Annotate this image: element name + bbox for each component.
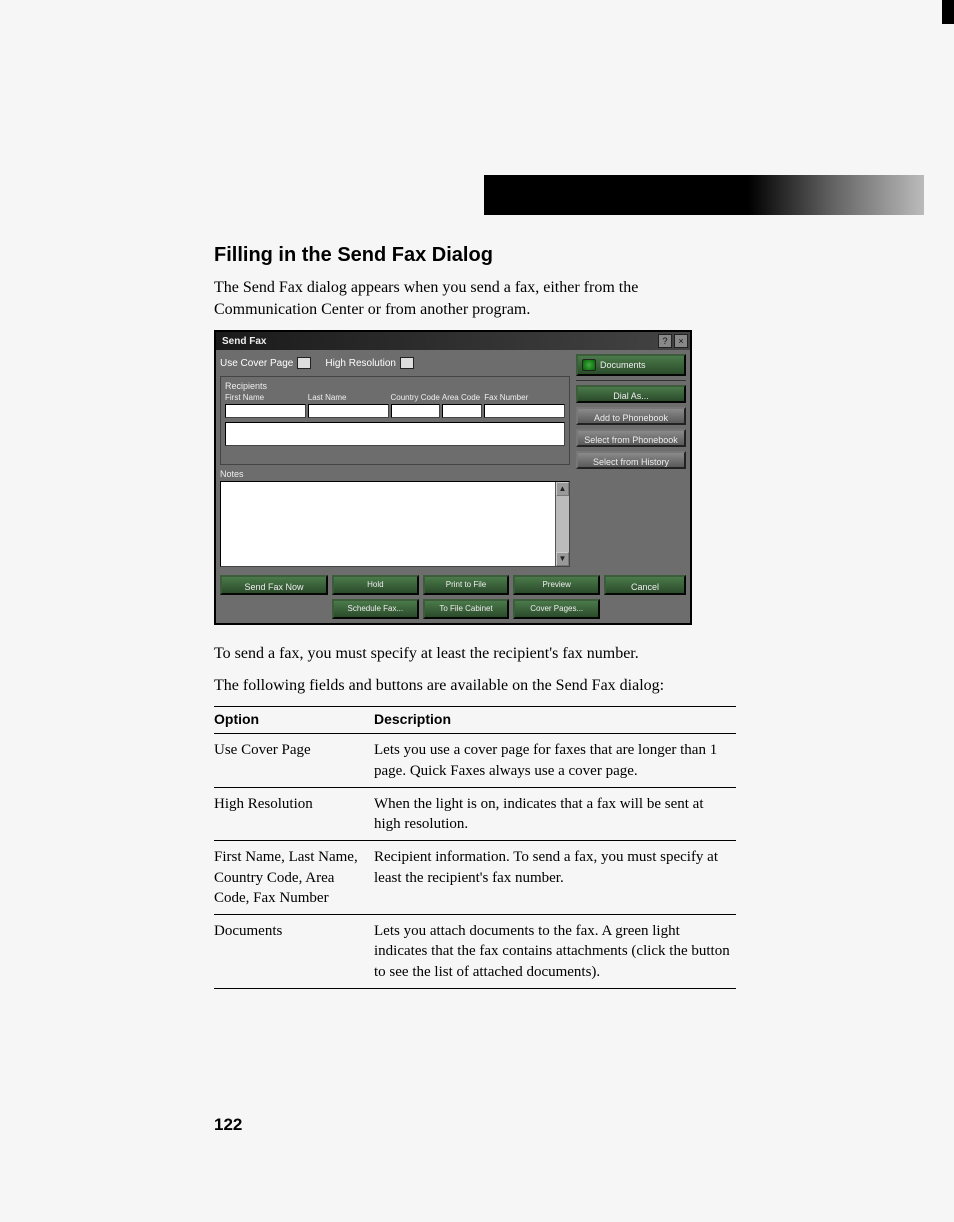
dialog-body: Use Cover Page High Resolution Recipient… <box>216 350 690 571</box>
close-icon[interactable]: × <box>674 334 688 348</box>
header-decorative-strip <box>484 175 924 215</box>
notes-scrollbar[interactable]: ▲ ▼ <box>555 482 569 566</box>
high-resolution-label: High Resolution <box>325 358 396 369</box>
recipients-label: Recipients <box>225 381 565 391</box>
last-name-input[interactable] <box>308 404 389 418</box>
fax-number-input[interactable] <box>484 404 565 418</box>
page-number: 122 <box>214 1115 242 1135</box>
add-phonebook-button[interactable]: Add to Phonebook <box>576 407 686 425</box>
description-cell: Lets you attach documents to the fax. A … <box>374 915 736 989</box>
description-cell: When the light is on, indicates that a f… <box>374 787 736 841</box>
documents-button[interactable]: Documents <box>576 354 686 376</box>
intro-paragraph: The Send Fax dialog appears when you sen… <box>214 277 736 320</box>
table-row: High Resolution When the light is on, in… <box>214 787 736 841</box>
scroll-up-icon[interactable]: ▲ <box>556 482 569 496</box>
option-cell: Use Cover Page <box>214 734 374 788</box>
high-resolution-option[interactable]: High Resolution <box>325 357 414 369</box>
recipients-group: Recipients First Name Last Name Country … <box>220 376 570 465</box>
use-cover-page-checkbox[interactable] <box>297 357 311 369</box>
documents-button-label: Documents <box>600 360 646 370</box>
after-dialog-text-1: To send a fax, you must specify at least… <box>214 643 736 665</box>
fax-number-field: Fax Number <box>484 393 565 418</box>
use-cover-page-option[interactable]: Use Cover Page <box>220 357 311 369</box>
dialog-bottom-bar: Send Fax Now Hold Schedule Fax... Print … <box>216 571 690 623</box>
section-heading: Filling in the Send Fax Dialog <box>214 244 736 267</box>
options-table: Option Description Use Cover Page Lets y… <box>214 706 736 989</box>
scroll-down-icon[interactable]: ▼ <box>556 552 569 566</box>
col-hold-schedule: Hold Schedule Fax... <box>332 575 419 619</box>
dial-as-button[interactable]: Dial As... <box>576 385 686 403</box>
use-cover-page-label: Use Cover Page <box>220 358 293 369</box>
col-print-filecab: Print to File To File Cabinet <box>423 575 510 619</box>
description-cell: Recipient information. To send a fax, yo… <box>374 841 736 915</box>
top-options-row: Use Cover Page High Resolution <box>220 354 570 372</box>
page-content: Filling in the Send Fax Dialog The Send … <box>214 244 736 989</box>
country-code-input[interactable] <box>391 404 440 418</box>
send-fax-dialog: Send Fax ? × Use Cover Page High Resolut… <box>214 330 692 625</box>
hold-button[interactable]: Hold <box>332 575 419 595</box>
area-code-field: Area Code <box>442 393 482 418</box>
table-row: Documents Lets you attach documents to t… <box>214 915 736 989</box>
high-resolution-checkbox[interactable] <box>400 357 414 369</box>
dialog-left-column: Use Cover Page High Resolution Recipient… <box>220 354 570 567</box>
documents-indicator-icon <box>582 359 596 371</box>
table-header-description: Description <box>374 707 736 734</box>
to-file-cabinet-button[interactable]: To File Cabinet <box>423 599 510 619</box>
recipients-listbox[interactable] <box>225 422 565 446</box>
last-name-label: Last Name <box>308 393 389 402</box>
schedule-fax-button[interactable]: Schedule Fax... <box>332 599 419 619</box>
cancel-button[interactable]: Cancel <box>604 575 686 595</box>
table-header-option: Option <box>214 707 374 734</box>
table-row: First Name, Last Name, Country Code, Are… <box>214 841 736 915</box>
help-icon[interactable]: ? <box>658 334 672 348</box>
separator <box>576 380 686 381</box>
dialog-right-column: Documents Dial As... Add to Phonebook Se… <box>576 354 686 567</box>
country-code-field: Country Code <box>391 393 440 418</box>
send-fax-now-button[interactable]: Send Fax Now <box>220 575 328 595</box>
dialog-title: Send Fax <box>218 336 656 347</box>
after-dialog-text-2: The following fields and buttons are ava… <box>214 675 736 697</box>
option-cell: Documents <box>214 915 374 989</box>
preview-button[interactable]: Preview <box>513 575 600 595</box>
country-code-label: Country Code <box>391 393 440 402</box>
area-code-input[interactable] <box>442 404 482 418</box>
select-history-button[interactable]: Select from History <box>576 451 686 469</box>
scan-edge-mark <box>942 0 954 24</box>
cover-pages-button[interactable]: Cover Pages... <box>513 599 600 619</box>
dialog-titlebar: Send Fax ? × <box>216 332 690 350</box>
area-code-label: Area Code <box>442 393 482 402</box>
notes-label: Notes <box>220 469 570 479</box>
first-name-field: First Name <box>225 393 306 418</box>
print-to-file-button[interactable]: Print to File <box>423 575 510 595</box>
select-phonebook-button[interactable]: Select from Phonebook <box>576 429 686 447</box>
table-row: Use Cover Page Lets you use a cover page… <box>214 734 736 788</box>
col-preview-cover: Preview Cover Pages... <box>513 575 600 619</box>
notes-textarea[interactable]: ▲ ▼ <box>220 481 570 567</box>
first-name-label: First Name <box>225 393 306 402</box>
option-cell: High Resolution <box>214 787 374 841</box>
description-cell: Lets you use a cover page for faxes that… <box>374 734 736 788</box>
fax-number-label: Fax Number <box>484 393 565 402</box>
last-name-field: Last Name <box>308 393 389 418</box>
recipient-fields: First Name Last Name Country Code A <box>225 393 565 418</box>
first-name-input[interactable] <box>225 404 306 418</box>
option-cell: First Name, Last Name, Country Code, Are… <box>214 841 374 915</box>
